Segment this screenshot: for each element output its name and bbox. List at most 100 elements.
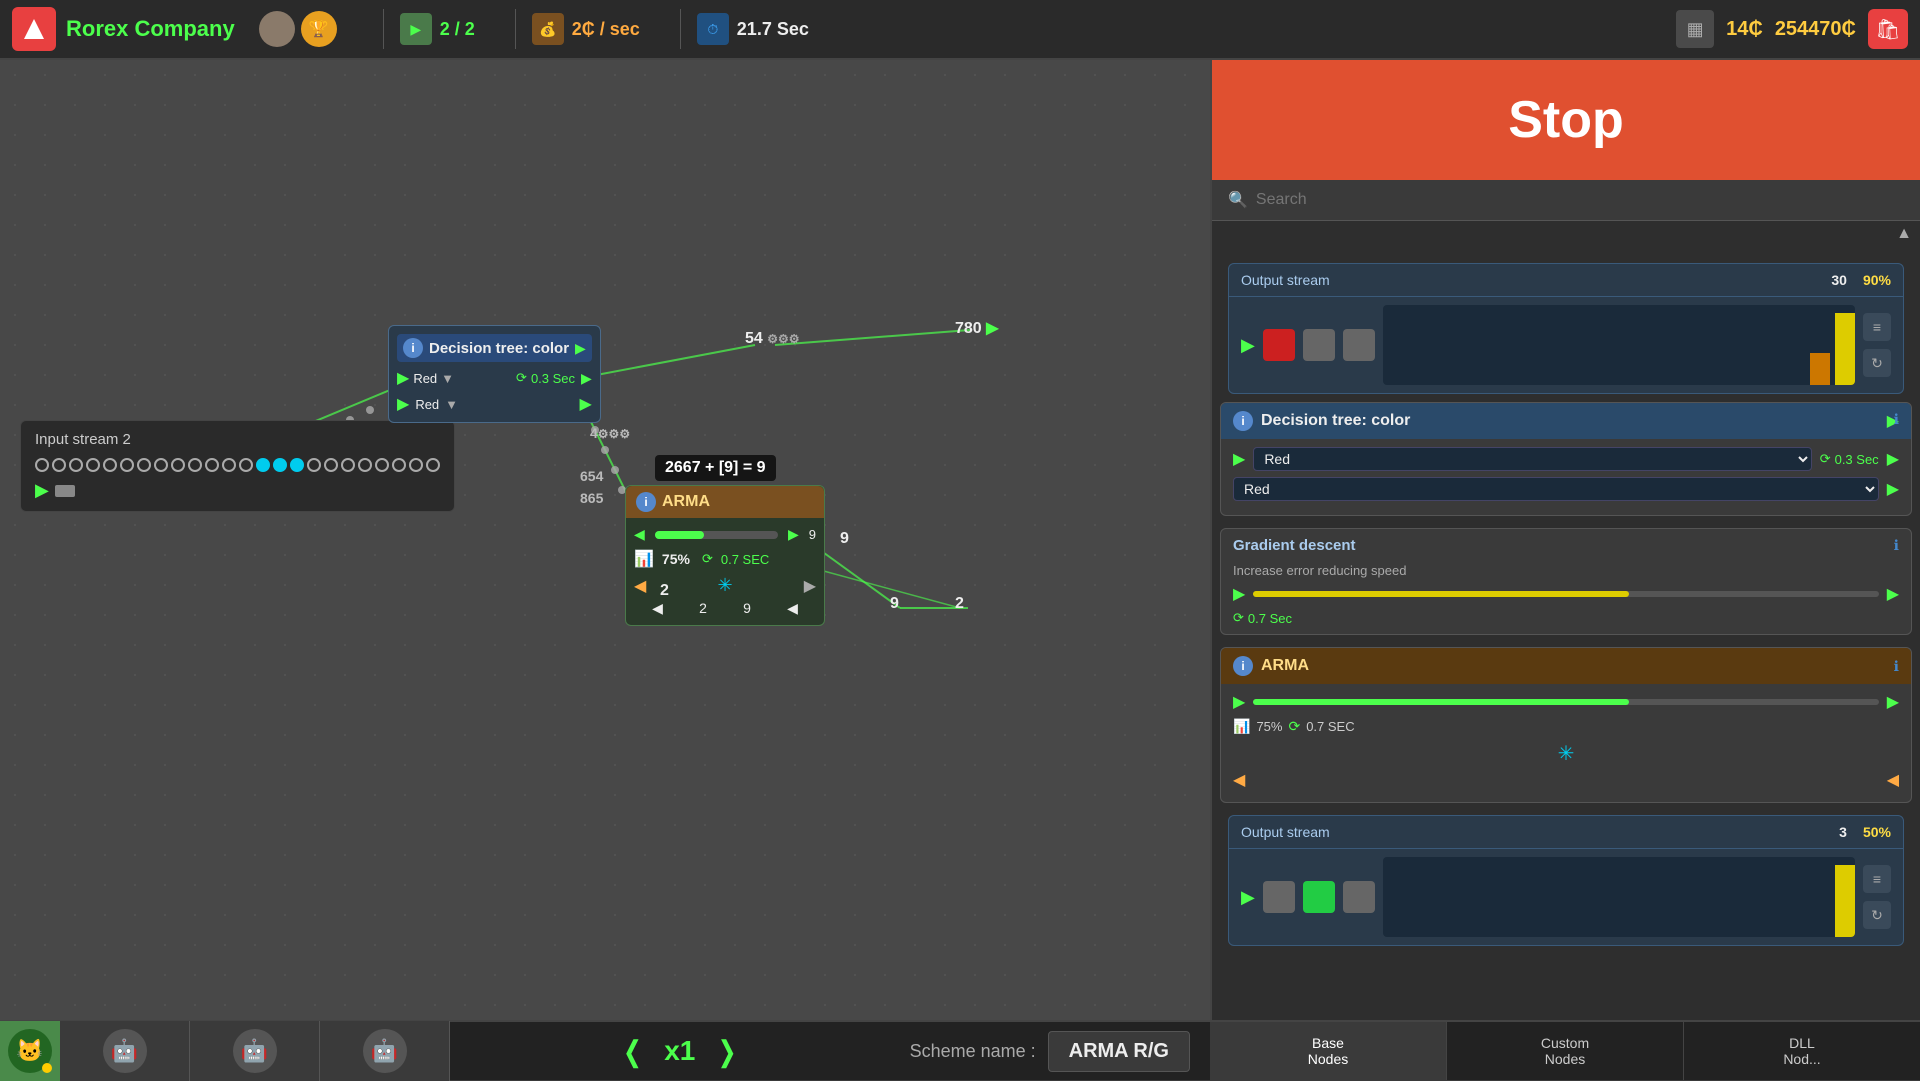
arma-stats-row: 📊 75% ⟳ 0.7 SEC (634, 549, 816, 569)
dot (103, 458, 117, 472)
decision-node-header: i Decision tree: color ▶ (397, 334, 592, 362)
slider-fill-orange (1810, 353, 1830, 385)
float-4: 4⚙⚙⚙ (590, 425, 630, 441)
dot (52, 458, 66, 472)
arma-rp-pct: 75% (1256, 719, 1282, 734)
main-avatar[interactable]: 🐱 (0, 1021, 60, 1081)
scroll-up-btn[interactable]: ▲ (1896, 225, 1912, 243)
user-avatars: 🏆 (259, 11, 337, 47)
queue-icon: ▶ (400, 13, 432, 45)
output-2-play[interactable]: ▶ (1241, 887, 1255, 908)
topbar-right: ▦ 14₵ 254470₵ 🛍 (1676, 9, 1908, 49)
decision-info-rp[interactable]: ℹ (1894, 411, 1899, 428)
output-1-play[interactable]: ▶ (1241, 335, 1255, 356)
decision-info-btn[interactable]: i (403, 338, 423, 358)
search-input[interactable] (1256, 191, 1904, 209)
color-box-gray3 (1263, 881, 1295, 913)
float-num-54: 54 ⚙⚙⚙ (745, 330, 800, 348)
speed-decrease-btn[interactable]: ❬ (621, 1035, 644, 1068)
output-1-count: 30 (1831, 272, 1847, 288)
decision-out1-play[interactable]: ▶ (581, 370, 592, 387)
refresh-icon[interactable]: ↻ (1863, 349, 1891, 377)
decision-play-btn[interactable]: ▶ (575, 340, 586, 357)
dot-cyan (256, 458, 270, 472)
right-panel: Stop 🔍 ▲ Output stream 30 90% ▶ (1210, 60, 1920, 1080)
company-name: Rorex Company (66, 16, 235, 42)
tab-base-nodes[interactable]: Base Nodes (1210, 1022, 1447, 1080)
output-stream-2-body: ▶ ≡ ↻ (1229, 849, 1903, 945)
rate-stat: 💰 2₵ / sec (532, 13, 640, 45)
char-3[interactable]: 🤖 (320, 1021, 450, 1081)
arma-rp-title: ARMA (1261, 657, 1886, 675)
slider-fill-yellow (1835, 313, 1855, 385)
color-box-green (1303, 881, 1335, 913)
layers-icon[interactable]: ≡ (1863, 313, 1891, 341)
speed-increase-btn[interactable]: ❭ (715, 1035, 738, 1068)
decision-node-title: Decision tree: color (429, 340, 569, 357)
queue-stat: ▶ 2 / 2 (400, 13, 475, 45)
canvas-area[interactable]: Input stream 2 (0, 60, 1210, 1080)
dot (426, 458, 440, 472)
decision-out2-play[interactable]: ▶ (580, 394, 592, 414)
decision-output2-label: Red (415, 397, 439, 412)
tab-custom-nodes[interactable]: Custom Nodes (1447, 1022, 1684, 1080)
arma-speed-canvas: 0.7 SEC (721, 552, 769, 567)
char-1-icon: 🤖 (103, 1029, 147, 1073)
color-box-gray1 (1303, 329, 1335, 361)
input-stream-node: Input stream 2 (20, 420, 455, 512)
arma-arrow-left-2[interactable]: ◀ (1887, 770, 1899, 790)
decision-rp-info-btn[interactable]: i (1233, 411, 1253, 431)
char-1[interactable]: 🤖 (60, 1021, 190, 1081)
decision-select-1[interactable]: Red (1253, 447, 1811, 471)
arma-title: ARMA (662, 493, 710, 511)
arma-canvas-node: i ARMA ◀ ▶ 9 📊 75% ⟳ 0.7 SEC ◀ ✳ (625, 485, 825, 626)
arma-rp-top-info[interactable]: ℹ (1894, 658, 1899, 675)
rate-value: 2₵ / sec (572, 19, 640, 40)
decision-speed-rp: ⟳ 0.3 Sec (1820, 451, 1879, 467)
gd-body: Increase error reducing speed ▶ ▶ ⟳ 0.7 … (1221, 555, 1911, 634)
dot (324, 458, 338, 472)
dot (307, 458, 321, 472)
online-dot (42, 1063, 52, 1073)
layers-icon-2[interactable]: ≡ (1863, 865, 1891, 893)
decision-rp-out1-play[interactable]: ▶ (1887, 449, 1899, 469)
logo[interactable] (12, 7, 56, 51)
float-865: 865 (580, 490, 603, 506)
arma-io-row: ◀ ▶ 9 (634, 526, 816, 543)
dot (188, 458, 202, 472)
decision-select-2[interactable]: Red (1233, 477, 1879, 501)
tab-dll-nodes[interactable]: DLL Nod... (1684, 1022, 1920, 1080)
refresh-icon-2[interactable]: ↻ (1863, 901, 1891, 929)
input-stream-dots (35, 458, 440, 472)
stream-play-btn[interactable]: ▶ (35, 480, 440, 501)
decision-rp-out2-play[interactable]: ▶ (1887, 479, 1899, 499)
arma-rp-stats: 📊 75% ⟳ 0.7 SEC (1233, 718, 1899, 735)
arma-rp-io-row: ▶ ▶ (1233, 692, 1899, 712)
decision-output2-row: ▶ Red ▼ ▶ (397, 394, 592, 414)
arma-info-btn[interactable]: i (636, 492, 656, 512)
time-stat: ⏱ 21.7 Sec (697, 13, 809, 45)
slider-2-fill-yellow (1835, 865, 1855, 937)
gd-info-btn[interactable]: ℹ (1894, 537, 1899, 554)
char-2[interactable]: 🤖 (190, 1021, 320, 1081)
rate-icon: 💰 (532, 13, 564, 45)
panel-scroll[interactable]: Output stream 30 90% ▶ ≡ ↻ (1212, 247, 1920, 1054)
color-box-gray4 (1343, 881, 1375, 913)
dot (205, 458, 219, 472)
stop-button[interactable]: Stop (1212, 60, 1920, 180)
decision-card-header: i Decision tree: color ▶ (1221, 403, 1911, 439)
separator-2 (515, 9, 516, 49)
separator-3 (680, 9, 681, 49)
arma-arrow-left-1[interactable]: ◀ (1233, 770, 1245, 790)
decision-output1-row: ▶ Red ▼ ⟳ 0.3 Sec ▶ (397, 368, 592, 388)
arma-card-body: ▶ ▶ 📊 75% ⟳ 0.7 SEC ✳ ◀ ◀ (1221, 684, 1911, 802)
output-stream-2-title: Output stream (1241, 824, 1330, 840)
arma-rp-info-btn[interactable]: i (1233, 656, 1253, 676)
output-1-pct: 90% (1863, 272, 1891, 288)
float-9-right: 9 (840, 530, 849, 548)
color-box-gray2 (1343, 329, 1375, 361)
output-stream-2-card: Output stream 3 50% ▶ ≡ ↻ (1228, 815, 1904, 946)
bag-icon[interactable]: 🛍 (1868, 9, 1908, 49)
decision-out1-row: ▶ Red ⟳ 0.3 Sec ▶ (1233, 447, 1899, 471)
float-2-left: 2 (660, 582, 669, 600)
